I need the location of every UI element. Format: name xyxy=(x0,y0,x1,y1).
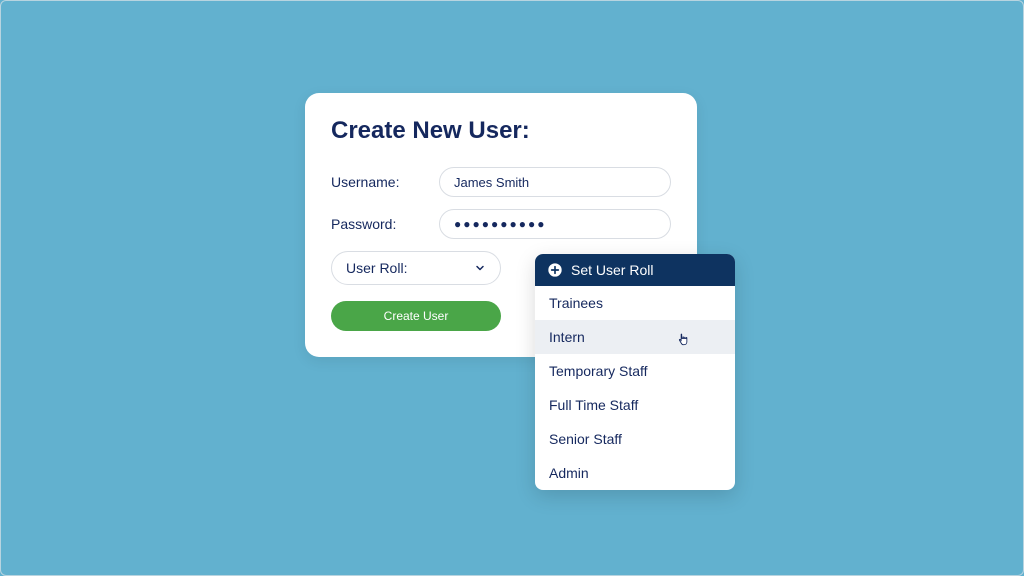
password-row: Password: xyxy=(331,209,671,239)
dropdown-option-label: Intern xyxy=(549,329,585,345)
dropdown-header: Set User Roll xyxy=(535,254,735,286)
dropdown-option-label: Trainees xyxy=(549,295,603,311)
user-role-select-label: User Roll: xyxy=(346,260,407,276)
dropdown-option-admin[interactable]: Admin xyxy=(535,456,735,490)
pointer-cursor-icon xyxy=(677,331,691,347)
dropdown-option-label: Full Time Staff xyxy=(549,397,638,413)
username-row: Username: xyxy=(331,167,671,197)
create-user-button[interactable]: Create User xyxy=(331,301,501,331)
card-title: Create New User: xyxy=(331,117,671,145)
dropdown-option-trainees[interactable]: Trainees xyxy=(535,286,735,320)
dropdown-option-senior-staff[interactable]: Senior Staff xyxy=(535,422,735,456)
username-input[interactable] xyxy=(439,167,671,197)
chevron-down-icon xyxy=(474,262,486,274)
password-input[interactable] xyxy=(439,209,671,239)
username-label: Username: xyxy=(331,174,439,190)
user-role-select[interactable]: User Roll: xyxy=(331,251,501,285)
plus-circle-icon xyxy=(547,262,563,278)
dropdown-option-label: Admin xyxy=(549,465,589,481)
dropdown-header-label: Set User Roll xyxy=(571,262,653,278)
dropdown-option-intern[interactable]: Intern xyxy=(535,320,735,354)
password-label: Password: xyxy=(331,216,439,232)
dropdown-option-label: Senior Staff xyxy=(549,431,622,447)
dropdown-option-label: Temporary Staff xyxy=(549,363,648,379)
dropdown-option-full-time-staff[interactable]: Full Time Staff xyxy=(535,388,735,422)
dropdown-option-temporary-staff[interactable]: Temporary Staff xyxy=(535,354,735,388)
user-role-dropdown: Set User Roll Trainees Intern Temporary … xyxy=(535,254,735,490)
